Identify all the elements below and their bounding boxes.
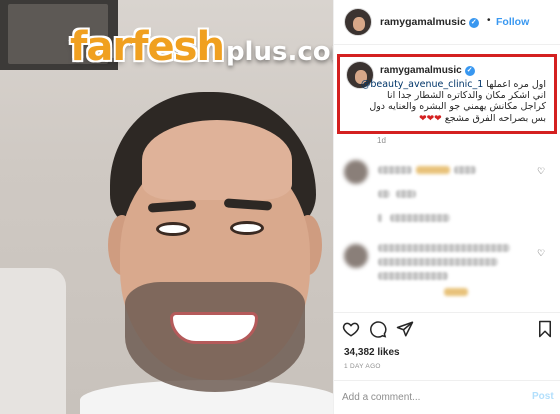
forehead (142, 120, 292, 200)
follow-button[interactable]: Follow (496, 16, 529, 28)
likes-label[interactable]: likes (377, 347, 399, 358)
post-comment-button[interactable]: Post (532, 391, 554, 402)
header-divider (334, 44, 560, 45)
comment-input[interactable] (342, 388, 522, 406)
blurred-dash (378, 214, 382, 222)
post-sidebar: ramygamalmusic ✓ • Follow ramygamalmusic ✓… (333, 0, 560, 414)
heart-emoji-icon: ❤❤❤ (419, 113, 442, 124)
right-eye (230, 221, 264, 235)
blurred-comment-meta (378, 190, 390, 198)
bookmark-icon[interactable] (536, 320, 554, 338)
share-icon[interactable] (396, 320, 414, 338)
likes-count-value[interactable]: 34,382 (344, 347, 375, 358)
verified-badge-icon: ✓ (464, 66, 475, 76)
blurred-comment-text (378, 244, 510, 252)
likes-count[interactable]: 34,382 likes (344, 347, 400, 358)
blurred-comment-meta (396, 190, 416, 198)
caption-line-1: اول مره اعملها @beauty_avenue_clinic_1 (361, 79, 546, 90)
caption-line-2: اني اشكر مكان والدكاتره الشطار جدا انا (387, 90, 546, 102)
caption-text: اول مره اعملها @beauty_avenue_clinic_1 ا… (361, 79, 546, 125)
comment-avatar[interactable] (344, 244, 368, 268)
comment-avatar[interactable] (344, 160, 368, 184)
caption-line-1-text: اول مره اعملها (483, 79, 546, 90)
caption-line-4: بس بصراحه الفرق مشجع ❤❤❤ (374, 113, 546, 125)
comment-like-heart-icon[interactable]: ♡ (536, 248, 546, 258)
post-timestamp: 1 DAY AGO (344, 363, 381, 370)
header-separator: • (487, 15, 491, 26)
caption-username[interactable]: ramygamalmusic ✓ (380, 65, 475, 76)
blurred-comment-text (378, 258, 498, 266)
caption-highlight-box: ramygamalmusic ✓ اول مره اعملها @beauty_a… (337, 54, 557, 134)
header-username-text[interactable]: ramygamalmusic (380, 16, 466, 28)
blurred-comment-text (378, 272, 448, 280)
actions-divider (334, 312, 560, 313)
watermark-suffix: plus.com (225, 37, 333, 67)
caption-line-3: كراجل مكانش يهمني جو البشره والعنايه دول (369, 101, 546, 113)
header-username[interactable]: ramygamalmusic ✓ (380, 16, 479, 28)
comment-divider (334, 380, 560, 381)
comment-like-heart-icon[interactable]: ♡ (536, 166, 546, 176)
blurred-emoji (416, 166, 450, 174)
blurred-comment-text (378, 166, 412, 174)
blurred-comment-text (454, 166, 476, 174)
caption-mention-link[interactable]: @beauty_avenue_clinic_1 (361, 79, 483, 90)
post-photo[interactable]: farfeshplus.com (0, 0, 333, 414)
caption-age: 1d (377, 136, 386, 145)
site-watermark: farfeshplus.com (70, 24, 333, 70)
smile (170, 312, 258, 344)
caption-username-text[interactable]: ramygamalmusic (380, 65, 462, 76)
comment-icon[interactable] (369, 320, 387, 338)
heart-icon[interactable] (342, 320, 360, 338)
verified-badge-icon: ✓ (468, 18, 479, 28)
background-chair (0, 268, 66, 414)
blurred-emoji (444, 288, 468, 296)
watermark-brand: farfesh (70, 24, 225, 70)
caption-line-4-text: بس بصراحه الفرق مشجع (441, 112, 546, 124)
header-avatar[interactable] (344, 8, 372, 36)
blurred-view-replies (390, 214, 450, 222)
left-eye (156, 222, 190, 236)
